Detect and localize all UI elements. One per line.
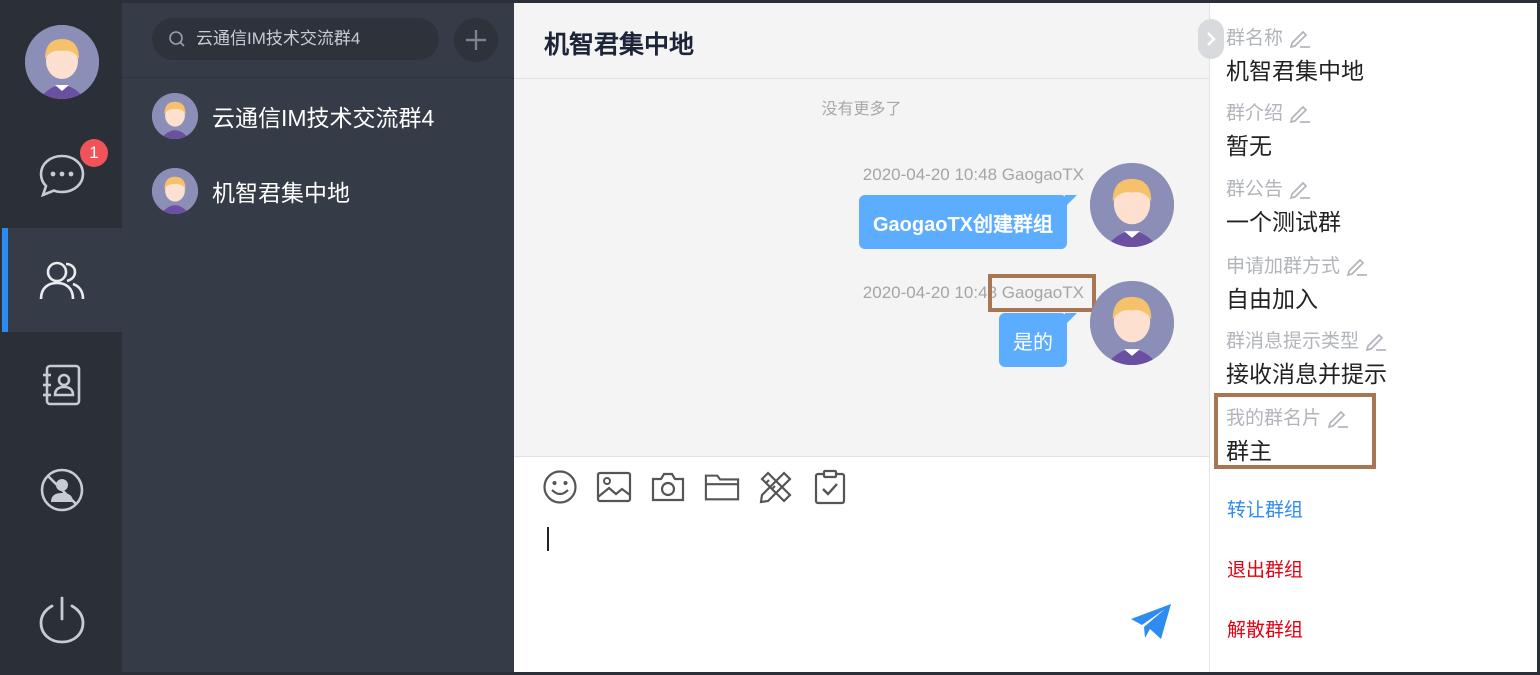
field-value: 接收消息并提示 [1226, 361, 1387, 387]
field-value: 一个测试群 [1226, 209, 1341, 235]
group-name-field: 群名称 机智君集中地 [1226, 23, 1364, 86]
paper-plane-icon [1131, 604, 1171, 639]
camera-button[interactable] [650, 469, 686, 505]
edit-icon[interactable] [1289, 26, 1311, 48]
message-remind-field: 群消息提示类型 接收消息并提示 [1226, 326, 1387, 389]
add-button[interactable] [454, 18, 498, 62]
user-avatar[interactable] [25, 25, 99, 99]
sender-avatar[interactable] [1090, 163, 1174, 247]
field-label: 群介绍 [1226, 103, 1284, 124]
message-bubble[interactable]: GaogaoTX创建群组 [858, 195, 1078, 249]
users-icon [39, 261, 85, 300]
composer-toolbar [542, 469, 848, 505]
nav-groups[interactable] [2, 228, 122, 332]
avatar-icon [1090, 281, 1174, 365]
conversation-name: 机智君集中地 [212, 180, 350, 206]
chat-header: 机智君集中地 [514, 3, 1209, 79]
collapse-panel-button[interactable] [1198, 19, 1224, 59]
nav-conversations[interactable] [2, 123, 122, 227]
camera-icon [651, 472, 685, 502]
image-button[interactable] [596, 469, 632, 505]
conversation-avatar [152, 93, 198, 139]
message-time: 2020-04-20 10:48 [862, 165, 998, 184]
conversation-avatar [152, 168, 198, 214]
conversation-item[interactable]: 机智君集中地 [152, 168, 350, 214]
search-icon [169, 31, 185, 47]
pencil-ruler-icon [759, 471, 792, 504]
edit-icon[interactable] [1289, 177, 1311, 199]
address-book-icon [43, 364, 81, 406]
text-cursor[interactable] [547, 527, 549, 551]
emoji-button[interactable] [542, 469, 578, 505]
edit-icon[interactable] [1346, 254, 1368, 276]
conversation-name: 云通信IM技术交流群4 [212, 105, 435, 131]
quit-group-button[interactable]: 退出群组 [1227, 555, 1303, 582]
blocked-user-icon [40, 468, 84, 512]
field-label: 群消息提示类型 [1226, 331, 1360, 352]
chevron-right-icon [1207, 32, 1216, 46]
field-label: 群公告 [1226, 179, 1284, 200]
chat-bubble-icon [39, 154, 85, 197]
avatar-icon [152, 93, 198, 139]
nav-contacts[interactable] [2, 333, 122, 437]
power-icon [39, 596, 85, 644]
nav-bar: 1 [2, 3, 122, 672]
field-value: 群主 [1226, 438, 1272, 464]
nav-logout[interactable] [2, 568, 122, 672]
file-button[interactable] [704, 469, 740, 505]
field-value: 暂无 [1226, 133, 1272, 159]
send-button[interactable] [1129, 602, 1173, 642]
dismiss-group-button[interactable]: 解散群组 [1227, 615, 1303, 642]
field-label: 申请加群方式 [1226, 256, 1341, 277]
join-option-field: 申请加群方式 自由加入 [1226, 251, 1368, 314]
group-intro-field: 群介绍 暂无 [1226, 98, 1311, 161]
message-time: 2020-04-20 10:48 [862, 283, 998, 302]
search-input[interactable] [196, 29, 436, 49]
image-icon [596, 471, 632, 503]
chat-panel: 机智君集中地 没有更多了 2020-04-20 10:48 GaogaoTX G… [514, 3, 1209, 672]
sender-avatar[interactable] [1090, 281, 1174, 365]
plus-icon [466, 30, 486, 50]
avatar-icon [152, 168, 198, 214]
message-sender[interactable]: GaogaoTX [1002, 165, 1084, 184]
chat-title: 机智君集中地 [544, 31, 695, 59]
smile-icon [543, 470, 577, 504]
app-window: 1 云通信IM技术交流群4 云通信IM技术交流群4 机智君集中地 机智君集中地 … [2, 3, 1537, 672]
highlight-box [988, 274, 1096, 312]
clipboard-check-icon [814, 469, 846, 505]
survey-button[interactable] [812, 469, 848, 505]
search-box[interactable] [152, 18, 439, 60]
edit-icon[interactable] [1289, 101, 1311, 123]
my-name-card-field: 我的群名片 群主 [1226, 403, 1349, 466]
field-value: 机智君集中地 [1226, 58, 1364, 84]
group-notice-field: 群公告 一个测试群 [1226, 174, 1341, 237]
group-info-panel: 群名称 机智君集中地 群介绍 暂无 群公告 一个测试群 申请加群方式 自由加入 … [1198, 3, 1537, 672]
edit-icon[interactable] [1365, 329, 1387, 351]
custom-message-button[interactable] [758, 469, 794, 505]
conversation-list: 云通信IM技术交流群4 机智君集中地 [122, 3, 514, 672]
conversation-item[interactable]: 云通信IM技术交流群4 [152, 93, 434, 139]
message-composer [514, 456, 1209, 672]
unread-badge: 1 [80, 139, 108, 167]
field-label: 群名称 [1226, 28, 1284, 49]
transfer-group-button[interactable]: 转让群组 [1227, 495, 1303, 522]
edit-icon[interactable] [1327, 406, 1349, 428]
avatar-icon [25, 25, 99, 99]
avatar-icon [1090, 163, 1174, 247]
message-meta: 2020-04-20 10:48 GaogaoTX [863, 165, 1084, 185]
message-bubble[interactable]: 是的 [999, 313, 1077, 367]
field-label: 我的群名片 [1226, 408, 1322, 429]
no-more-text: 没有更多了 [821, 101, 902, 118]
field-value: 自由加入 [1226, 286, 1318, 312]
nav-blacklist[interactable] [2, 438, 122, 542]
divider [122, 77, 514, 78]
folder-icon [704, 474, 740, 501]
